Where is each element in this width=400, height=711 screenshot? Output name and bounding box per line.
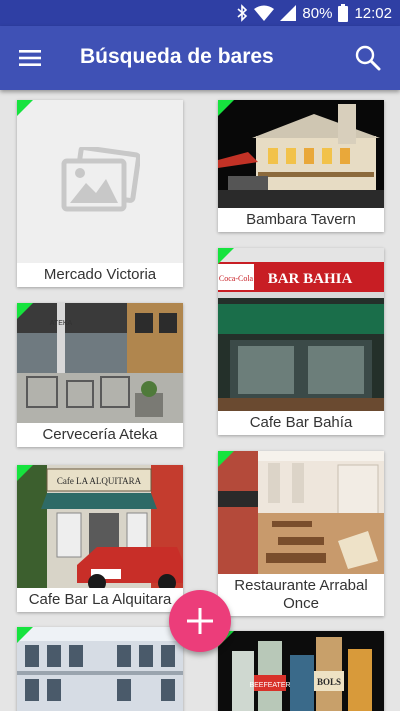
new-badge — [218, 100, 234, 116]
page-title: Búsqueda de bares — [80, 45, 274, 68]
bar-name: Cafe Bar Bahía — [249, 414, 353, 431]
bar-photo: Cafe LA ALQUITARA — [17, 465, 183, 588]
bar-card[interactable]: Cafe LA ALQUITARA Cafe Bar La Alquitara — [17, 465, 183, 612]
bluetooth-icon — [237, 4, 248, 22]
alquitara-sign: Cafe LA ALQUITARA — [57, 476, 142, 486]
bar-photo — [218, 100, 384, 208]
search-icon — [355, 45, 381, 71]
new-badge — [17, 303, 33, 319]
placeholder-image — [17, 100, 183, 263]
bols-label: BOLS — [317, 677, 341, 687]
bahia-sign: BAR BAHIA — [268, 271, 353, 287]
bar-photo — [17, 627, 183, 711]
wifi-icon — [254, 5, 275, 21]
placeholder-image-icon — [61, 146, 140, 211]
bar-name: Cervecería Ateka — [42, 426, 158, 443]
add-bar-button[interactable] — [169, 590, 231, 652]
battery-icon — [338, 4, 349, 22]
new-badge — [17, 100, 33, 116]
bar-card[interactable]: Bambara Tavern — [218, 100, 384, 232]
beefeater-label: BEEFEATER — [249, 682, 290, 689]
battery-percent: 80% — [302, 4, 333, 22]
bar-photo: BEEFEATER BOLS — [218, 631, 384, 711]
new-badge — [17, 465, 33, 481]
new-badge — [218, 248, 234, 264]
bar-card[interactable]: BEEFEATER BOLS — [218, 631, 384, 711]
bar-card[interactable] — [17, 627, 183, 711]
signal-icon — [280, 5, 297, 21]
clock: 12:02 — [354, 4, 392, 22]
bar-photo: ATEKA — [17, 303, 183, 423]
status-bar: 80% 12:02 — [0, 0, 400, 26]
bar-photo: Coca-Cola BAR BAHIA — [218, 248, 384, 411]
bar-name: Cafe Bar La Alquitara — [28, 591, 172, 608]
bar-card[interactable]: Mercado Victoria — [17, 100, 183, 287]
app-bar: Búsqueda de bares — [0, 26, 400, 90]
bar-name: Restaurante Arrabal Once — [234, 577, 368, 612]
bar-card[interactable]: Coca-Cola BAR BAHIA Cafe Bar Bahía — [218, 248, 384, 435]
new-badge — [218, 451, 234, 467]
menu-button[interactable] — [12, 40, 48, 76]
new-badge — [17, 627, 33, 643]
menu-icon — [19, 50, 41, 66]
bar-card[interactable]: ATEKA Cervecería Ateka — [17, 303, 183, 447]
bar-photo — [218, 451, 384, 574]
search-button[interactable] — [350, 40, 386, 76]
bar-name: Bambara Tavern — [246, 211, 356, 228]
plus-icon — [187, 608, 213, 634]
bar-name: Mercado Victoria — [43, 266, 157, 283]
ateka-sign: ATEKA — [50, 320, 73, 327]
cocacola-sign: Coca-Cola — [219, 274, 254, 283]
bar-card[interactable]: Restaurante Arrabal Once — [218, 451, 384, 616]
